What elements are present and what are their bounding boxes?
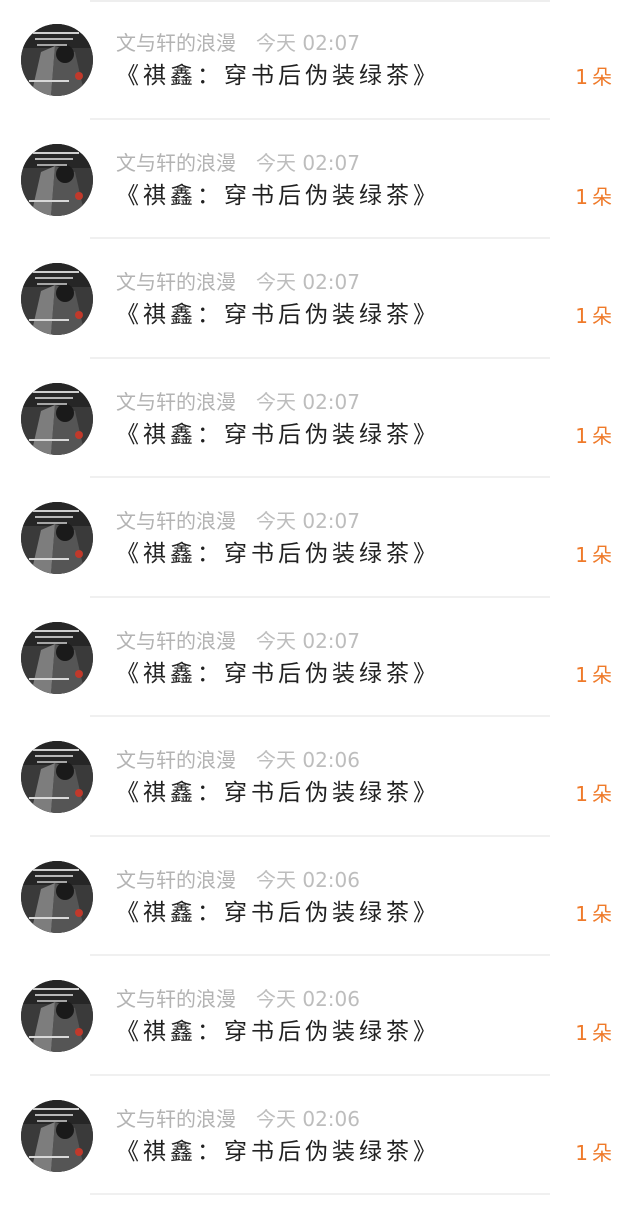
message-item[interactable]: 文与轩的浪漫 今天 02:06 《祺鑫：穿书后伪装绿茶》 1朵 [0, 837, 640, 956]
message-time: 今天 02:06 [256, 748, 360, 772]
message-item[interactable]: 文与轩的浪漫 今天 02:07 《祺鑫：穿书后伪装绿茶》 1朵 [0, 120, 640, 239]
book-title[interactable]: 《祺鑫：穿书后伪装绿茶》 [116, 181, 440, 211]
sender-name[interactable]: 文与轩的浪漫 [116, 1107, 236, 1131]
sender-name[interactable]: 文与轩的浪漫 [116, 151, 236, 175]
message-time: 今天 02:07 [256, 270, 360, 294]
message-item[interactable]: 文与轩的浪漫 今天 02:07 《祺鑫：穿书后伪装绿茶》 1朵 [0, 0, 640, 120]
book-title[interactable]: 《祺鑫：穿书后伪装绿茶》 [116, 778, 440, 808]
message-time: 今天 02:07 [256, 389, 360, 414]
message-meta: 文与轩的浪漫 今天 02:06 [116, 867, 360, 893]
message-meta: 文与轩的浪漫 今天 02:07 [116, 628, 360, 654]
message-meta: 文与轩的浪漫 今天 02:07 [116, 150, 360, 176]
message-item[interactable]: 文与轩的浪漫 今天 02:06 《祺鑫：穿书后伪装绿茶》 1朵 [0, 956, 640, 1076]
message-time: 今天 02:06 [256, 867, 360, 892]
reward-count: 1朵 [575, 1140, 616, 1165]
avatar[interactable] [21, 741, 93, 813]
message-time: 今天 02:07 [256, 150, 360, 175]
sender-name[interactable]: 文与轩的浪漫 [116, 390, 236, 414]
reward-count: 1朵 [575, 662, 616, 687]
message-time: 今天 02:06 [256, 987, 360, 1011]
sender-name[interactable]: 文与轩的浪漫 [116, 31, 236, 55]
book-title[interactable]: 《祺鑫：穿书后伪装绿茶》 [116, 1017, 440, 1047]
message-time: 今天 02:06 [256, 1106, 360, 1131]
message-meta: 文与轩的浪漫 今天 02:07 [116, 389, 360, 415]
book-title[interactable]: 《祺鑫：穿书后伪装绿茶》 [116, 420, 440, 450]
sender-name[interactable]: 文与轩的浪漫 [116, 987, 236, 1011]
message-time: 今天 02:07 [256, 628, 360, 653]
reward-count: 1朵 [575, 423, 616, 448]
avatar[interactable] [21, 980, 93, 1052]
reward-count: 1朵 [575, 543, 616, 567]
message-meta: 文与轩的浪漫 今天 02:07 [116, 269, 360, 295]
message-item[interactable]: 文与轩的浪漫 今天 02:07 《祺鑫：穿书后伪装绿茶》 1朵 [0, 598, 640, 717]
message-time: 今天 02:07 [256, 31, 360, 55]
reward-count: 1朵 [575, 1021, 616, 1045]
message-item[interactable]: 文与轩的浪漫 今天 02:06 《祺鑫：穿书后伪装绿茶》 1朵 [0, 1076, 640, 1195]
book-title[interactable]: 《祺鑫：穿书后伪装绿茶》 [116, 539, 440, 569]
row-divider [90, 1193, 550, 1195]
avatar[interactable] [21, 621, 93, 694]
book-title[interactable]: 《祺鑫：穿书后伪装绿茶》 [116, 659, 440, 689]
book-title[interactable]: 《祺鑫：穿书后伪装绿茶》 [116, 1137, 440, 1167]
reward-count: 1朵 [575, 782, 616, 806]
reward-count: 1朵 [575, 901, 616, 926]
message-time: 今天 02:07 [256, 509, 360, 533]
reward-count: 1朵 [575, 184, 616, 209]
reward-count: 1朵 [575, 65, 616, 89]
message-meta: 文与轩的浪漫 今天 02:06 [116, 747, 360, 773]
avatar[interactable] [21, 143, 93, 216]
reward-count: 1朵 [575, 304, 616, 328]
message-item[interactable]: 文与轩的浪漫 今天 02:07 《祺鑫：穿书后伪装绿茶》 1朵 [0, 239, 640, 359]
book-title[interactable]: 《祺鑫：穿书后伪装绿茶》 [116, 898, 440, 928]
avatar[interactable] [21, 860, 93, 933]
sender-name[interactable]: 文与轩的浪漫 [116, 748, 236, 772]
avatar[interactable] [21, 502, 93, 574]
sender-name[interactable]: 文与轩的浪漫 [116, 509, 236, 533]
avatar[interactable] [21, 24, 93, 96]
avatar[interactable] [21, 1099, 93, 1172]
avatar[interactable] [21, 263, 93, 335]
sender-name[interactable]: 文与轩的浪漫 [116, 270, 236, 294]
message-meta: 文与轩的浪漫 今天 02:07 [116, 508, 360, 534]
book-title[interactable]: 《祺鑫：穿书后伪装绿茶》 [116, 300, 440, 330]
message-item[interactable]: 文与轩的浪漫 今天 02:07 《祺鑫：穿书后伪装绿茶》 1朵 [0, 359, 640, 478]
sender-name[interactable]: 文与轩的浪漫 [116, 629, 236, 653]
message-item[interactable]: 文与轩的浪漫 今天 02:06 《祺鑫：穿书后伪装绿茶》 1朵 [0, 717, 640, 837]
book-title[interactable]: 《祺鑫：穿书后伪装绿茶》 [116, 61, 440, 91]
message-meta: 文与轩的浪漫 今天 02:06 [116, 1106, 360, 1132]
message-meta: 文与轩的浪漫 今天 02:07 [116, 30, 360, 56]
message-meta: 文与轩的浪漫 今天 02:06 [116, 986, 360, 1012]
sender-name[interactable]: 文与轩的浪漫 [116, 868, 236, 892]
message-item[interactable]: 文与轩的浪漫 今天 02:07 《祺鑫：穿书后伪装绿茶》 1朵 [0, 478, 640, 598]
avatar[interactable] [21, 382, 93, 455]
